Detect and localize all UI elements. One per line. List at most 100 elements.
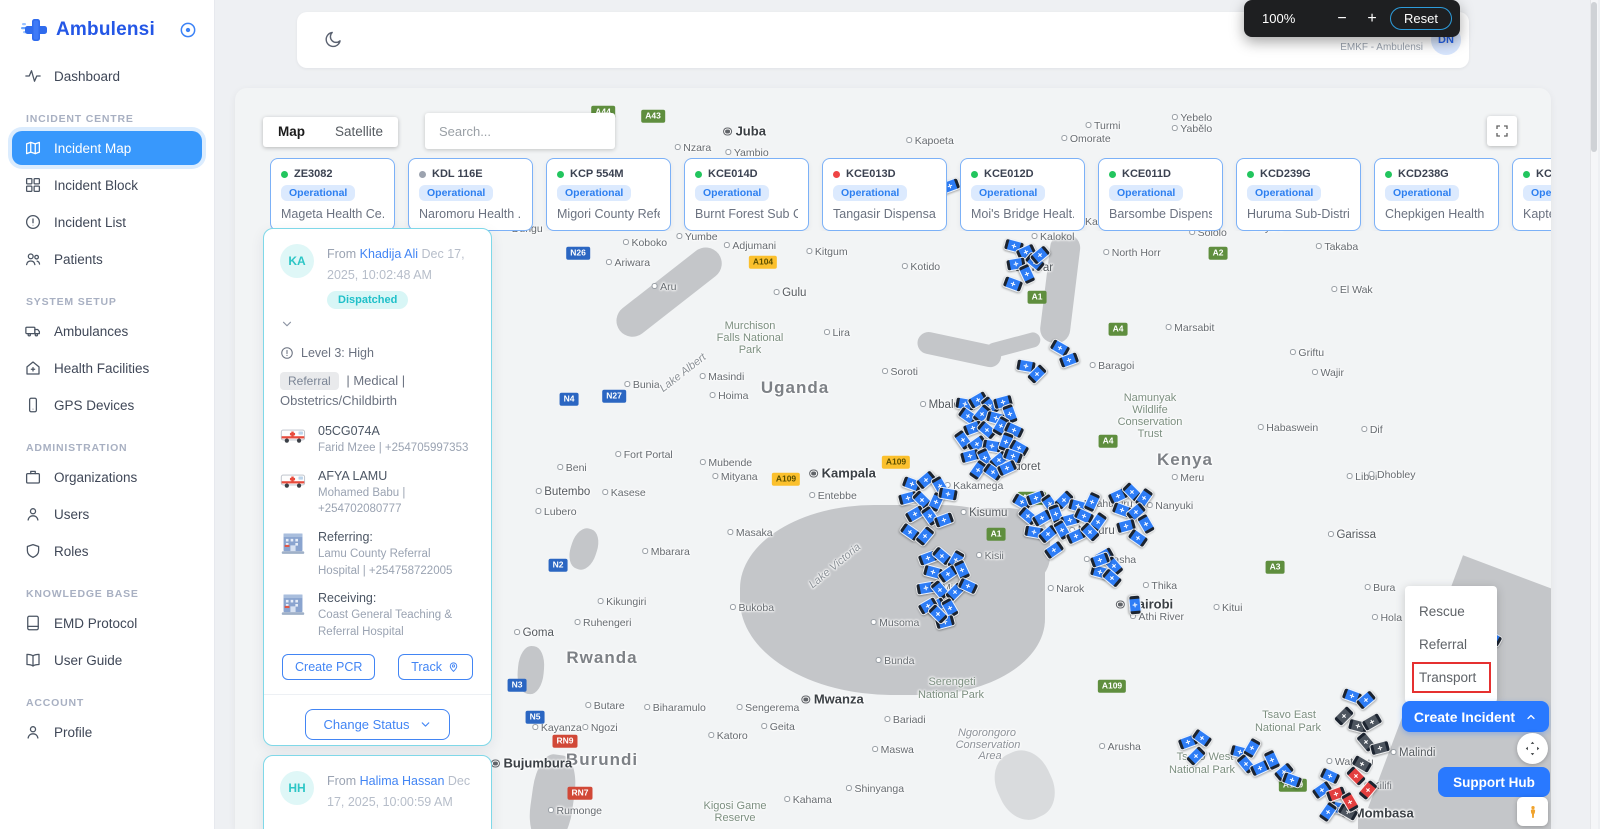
vehicle-crew: Mohamed Babu | +254702080777	[318, 485, 470, 518]
ambulance-marker[interactable]	[1281, 771, 1304, 789]
shield-icon	[24, 542, 42, 560]
operational-badge: Operational	[1109, 185, 1183, 201]
map-type-satellite[interactable]: Satellite	[320, 117, 398, 147]
facility-name: Chepkigen Health ...	[1385, 207, 1488, 221]
vehicle-plate: KCD238G	[1398, 168, 1449, 180]
facility-name: Mageta Health Ce...	[281, 207, 384, 221]
facility-name: Tangasir Dispensary	[833, 207, 936, 221]
hospital-icon	[280, 591, 307, 640]
menu-item-referral[interactable]: Referral	[1405, 628, 1497, 661]
sidebar-item-incident-list[interactable]: Incident List	[12, 205, 202, 239]
menu-item-transport[interactable]: Transport	[1405, 661, 1497, 694]
operational-badge: Operational	[557, 185, 631, 201]
incident-map[interactable]: EzoNzaraYambioJubaKapoetaTurmiOmorateYeb…	[235, 88, 1551, 829]
activity-icon	[24, 67, 42, 85]
zoom-out-button[interactable]: −	[1330, 10, 1354, 28]
alert-icon	[280, 346, 294, 360]
vehicle-plate: KCE012D	[984, 168, 1034, 180]
facility-card[interactable]: KCE011DOperationalBarsombe Dispens...	[1098, 158, 1223, 231]
operational-badge: Operational	[419, 185, 493, 201]
operational-badge: Operational	[971, 185, 1045, 201]
from-label: From	[327, 774, 356, 788]
sidebar-item-label: Roles	[54, 544, 89, 559]
referring-label: Referring:	[318, 530, 470, 544]
collapse-chevron-icon[interactable]	[280, 317, 475, 331]
support-hub-button[interactable]: Support Hub	[1438, 767, 1550, 797]
pegman-streetview-icon[interactable]	[1517, 797, 1548, 826]
sidebar-item-emd-protocol[interactable]: EMD Protocol	[12, 606, 202, 640]
facility-card[interactable]: KCD239GOperationalHuruma Sub-Distri...	[1236, 158, 1361, 231]
reporter-name[interactable]: Khadija Ali	[360, 247, 418, 261]
sidebar-item-incident-block[interactable]: Incident Block	[12, 168, 202, 202]
vehicle-status-dot	[1523, 171, 1530, 178]
location-pin-icon	[447, 660, 460, 673]
zoom-level: 100%	[1262, 11, 1295, 26]
vehicle-crew: Farid Mzee | +254705997353	[318, 440, 470, 457]
sidebar-item-label: Profile	[54, 725, 92, 740]
referring-facility: Lamu County Referral Hospital | +2547587…	[318, 546, 470, 579]
facility-card[interactable]: KDL 116EOperationalNaromoru Health ...	[408, 158, 533, 231]
hospital-icon	[24, 359, 42, 377]
sidebar-item-user-guide[interactable]: User Guide	[12, 643, 202, 677]
facility-name: Migori County Refe...	[557, 207, 660, 221]
ambulance-marker[interactable]	[914, 524, 936, 547]
facility-card[interactable]: KCDOperationalKapte...	[1512, 158, 1551, 231]
facility-card[interactable]: KCD238GOperationalChepkigen Health ...	[1374, 158, 1499, 231]
target-icon[interactable]	[178, 20, 198, 40]
sidebar-item-label: EMD Protocol	[54, 616, 137, 631]
vehicle-plate: KCE013D	[846, 168, 896, 180]
create-incident-button[interactable]: Create Incident	[1402, 701, 1549, 732]
search-input[interactable]	[425, 113, 615, 149]
sidebar-item-profile[interactable]: Profile	[12, 715, 202, 749]
sidebar-item-ambulances[interactable]: Ambulances	[12, 314, 202, 348]
sidebar-item-incident-map[interactable]: Incident Map	[12, 131, 202, 165]
vehicle-plate: KCE014D	[708, 168, 758, 180]
sidebar-nav: DashboardINCIDENT CENTREIncident MapInci…	[0, 59, 214, 749]
pan-control[interactable]	[1517, 733, 1548, 764]
sidebar-item-patients[interactable]: Patients	[12, 242, 202, 276]
menu-item-rescue[interactable]: Rescue	[1405, 595, 1497, 628]
zoom-in-button[interactable]: +	[1360, 10, 1384, 28]
ambulance-marker[interactable]	[1002, 275, 1025, 293]
facility-card[interactable]: ZE3082OperationalMageta Health Ce...	[270, 158, 395, 231]
sidebar-item-dashboard[interactable]: Dashboard	[12, 59, 202, 93]
vehicle-plate: KCD239G	[1260, 168, 1311, 180]
operational-badge: Operational	[281, 185, 355, 201]
status-badge: Dispatched	[327, 291, 408, 309]
vehicle-status-dot	[695, 171, 702, 178]
page-scrollbar[interactable]	[1590, 0, 1598, 829]
sidebar-item-label: Incident Map	[54, 141, 131, 156]
vehicle-row: 05CG074AFarid Mzee | +254705997353	[280, 424, 475, 457]
sidebar-item-organizations[interactable]: Organizations	[12, 460, 202, 494]
dark-mode-toggle[interactable]	[323, 29, 344, 50]
facility-card[interactable]: KCE013D Operational Tangasir Dispensary	[822, 158, 947, 231]
facility-card[interactable]: KCE014DOperationalBurnt Forest Sub C...	[684, 158, 809, 231]
operational-badge: Operational	[1247, 185, 1321, 201]
operational-badge: Operational	[1523, 185, 1551, 201]
assigned-vehicles: 05CG074AFarid Mzee | +254705997353AFYA L…	[280, 424, 475, 518]
operational-badge: Operational	[833, 185, 907, 201]
sidebar-item-roles[interactable]: Roles	[12, 534, 202, 568]
scrollbar-thumb[interactable]	[1591, 2, 1597, 152]
change-status-button[interactable]: Change Status	[305, 709, 449, 740]
app-title: Ambulensi	[56, 19, 155, 41]
reporter-name[interactable]: Halima Hassan	[360, 774, 445, 788]
incident-subcategory: Obstetrics/Childbirth	[280, 393, 397, 408]
facility-card[interactable]: KCP 554M Operational Migori County Refe...	[546, 158, 671, 231]
ambulance-marker[interactable]	[1128, 595, 1142, 616]
map-type-map[interactable]: Map	[263, 117, 320, 147]
facility-card[interactable]: KCE012DOperationalMoi's Bridge Healt...	[960, 158, 1085, 231]
chevron-up-icon	[1525, 711, 1537, 723]
vehicle-plate: KCP 554M	[570, 168, 624, 180]
sidebar-item-gps-devices[interactable]: GPS Devices	[12, 388, 202, 422]
zoom-reset-button[interactable]: Reset	[1390, 7, 1452, 30]
sidebar-item-label: Patients	[54, 252, 103, 267]
sidebar-item-users[interactable]: Users	[12, 497, 202, 531]
track-button[interactable]: Track	[398, 654, 473, 680]
logo-row: Ambulensi	[0, 0, 214, 56]
create-pcr-button[interactable]: Create PCR	[282, 654, 375, 680]
fullscreen-button[interactable]	[1487, 116, 1517, 146]
map-icon	[24, 139, 42, 157]
sidebar-item-health-facilities[interactable]: Health Facilities	[12, 351, 202, 385]
ambulance-marker[interactable]	[1360, 712, 1383, 732]
